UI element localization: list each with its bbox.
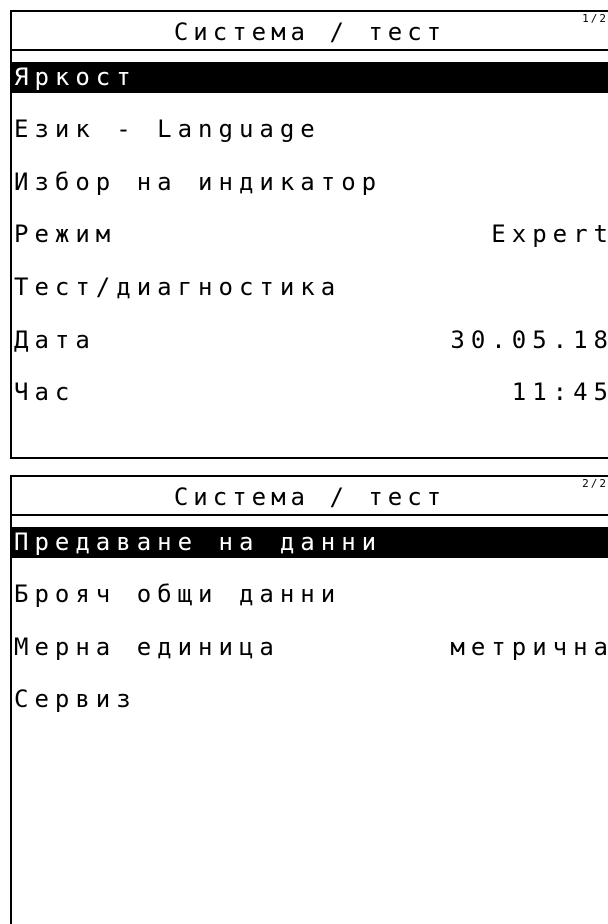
menu-item-label: Яркост [14, 63, 137, 91]
menu-item-label: Час [14, 378, 76, 407]
screen-header: Система / тест 1/2 [12, 12, 608, 51]
menu-item-data-transfer[interactable]: Предаване на данни [12, 527, 608, 558]
menu-item-label: Брояч общи данни [14, 580, 342, 608]
menu-item-time[interactable]: Час 11:45 [12, 372, 608, 413]
menu-item-date[interactable]: Дата 30.05.18 [12, 320, 608, 361]
screen-header: Система / тест 2/2 [12, 477, 608, 516]
screen-title: Система / тест [173, 483, 447, 511]
menu-item-label: Сервиз [14, 685, 137, 714]
menu-item-test-diagnostics[interactable]: Тест/диагностика [12, 267, 608, 308]
settings-menu: Предаване на данни Брояч общи данни Мерн… [12, 527, 608, 720]
system-test-screen-page-1: Система / тест 1/2 Яркост Език - Languag… [10, 10, 608, 459]
menu-item-brightness[interactable]: Яркост [12, 62, 608, 93]
menu-item-language[interactable]: Език - Language [12, 109, 608, 150]
menu-item-mode[interactable]: Режим Expert [12, 214, 608, 255]
menu-item-total-data-counter[interactable]: Брояч общи данни [12, 574, 608, 615]
menu-item-label: Избор на индикатор [14, 167, 383, 196]
menu-item-display-selection[interactable]: Избор на индикатор [12, 162, 608, 203]
unit-value: метрична [450, 632, 608, 661]
menu-item-service[interactable]: Сервиз [12, 679, 608, 720]
mode-value: Expert [491, 220, 608, 249]
menu-item-label: Режим [14, 220, 117, 249]
date-value: 30.05.18 [450, 325, 608, 354]
page-indicator: 1/2 [582, 12, 608, 25]
menu-item-label: Тест/диагностика [14, 273, 342, 302]
menu-item-label: Предаване на данни [14, 528, 383, 556]
menu-item-label: Мерна единица [14, 632, 280, 661]
menu-item-label: Език - Language [14, 115, 321, 143]
menu-item-label: Дата [14, 325, 96, 354]
page-indicator: 2/2 [582, 477, 608, 490]
time-value: 11:45 [511, 378, 608, 407]
menu-item-unit[interactable]: Мерна единица метрична [12, 627, 608, 668]
system-test-screen-page-2: Система / тест 2/2 Предаване на данни Бр… [10, 475, 608, 924]
settings-menu: Яркост Език - Language Избор на индикато… [12, 62, 608, 413]
screen-title: Система / тест [173, 18, 447, 46]
